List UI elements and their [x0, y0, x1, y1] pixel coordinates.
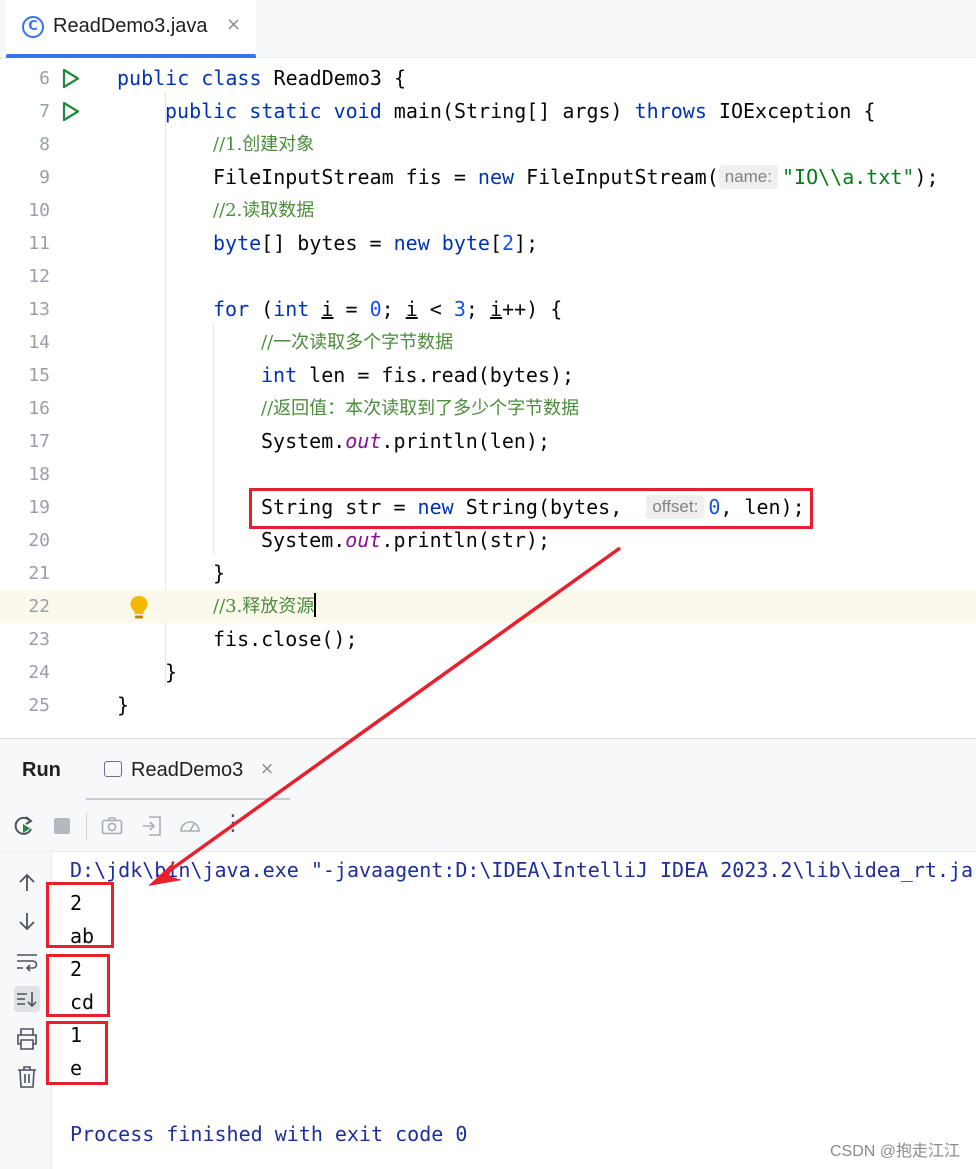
code-line: 17 System.out.println(len);	[0, 425, 976, 458]
code-line: 7 public static void main(String[] args)…	[0, 95, 976, 128]
code-line: 18	[0, 458, 976, 491]
stop-icon[interactable]	[50, 814, 74, 838]
code-text: public class ReadDemo3 {	[117, 66, 406, 90]
more-icon[interactable]: ⋮	[222, 811, 244, 836]
scroll-to-end-icon	[17, 992, 37, 1008]
scroll-to-end-button[interactable]	[14, 986, 40, 1012]
line-number: 10	[28, 200, 50, 221]
text-caret	[314, 593, 317, 617]
line-number: 22	[28, 596, 50, 617]
watermark: CSDN @抱走江江	[829, 1143, 960, 1160]
run-window-title: Run	[22, 759, 61, 781]
line-number: 17	[28, 431, 50, 452]
highlight-box-output-1	[46, 882, 114, 948]
java-class-icon: C	[22, 16, 44, 38]
code-line: 14 //一次读取多个字节数据	[0, 326, 976, 359]
soft-wrap-icon[interactable]	[14, 948, 40, 974]
restore-layout-icon[interactable]	[140, 814, 164, 838]
code-line: 25 }	[0, 689, 976, 722]
run-tab-label: ReadDemo3	[131, 759, 244, 781]
code-text: int len = fis.read(bytes);	[261, 363, 575, 387]
line-number: 19	[28, 497, 50, 518]
line-number: 6	[39, 68, 50, 89]
editor-tab-readdemo3[interactable]: C ReadDemo3.java ×	[6, 0, 256, 58]
print-icon[interactable]	[14, 1026, 40, 1052]
code-line: 15 int len = fis.read(bytes);	[0, 359, 976, 392]
code-line: 23 fis.close();	[0, 623, 976, 656]
console-exit-line: Process finished with exit code 0	[70, 1122, 468, 1146]
line-number: 7	[39, 101, 50, 122]
highlight-box-output-3	[46, 1021, 108, 1085]
code-line: 21 }	[0, 557, 976, 590]
line-number: 12	[28, 266, 50, 287]
line-number: 18	[28, 464, 50, 485]
code-comment-text: //3.释放资源	[213, 596, 315, 617]
code-line: 11 byte[] bytes = new byte[2];	[0, 227, 976, 260]
code-line: 10 //2.读取数据	[0, 194, 976, 227]
code-comment: //2.读取数据	[213, 200, 315, 221]
code-text: byte[] bytes = new byte[2];	[213, 231, 539, 255]
line-number: 9	[39, 167, 50, 188]
code-comment: //一次读取多个字节数据	[261, 332, 454, 353]
code-line: 12	[0, 260, 976, 293]
toolbar-separator	[86, 812, 87, 840]
highlight-box-string-constructor	[249, 488, 813, 529]
run-tab-readdemo3[interactable]: ReadDemo3 ×	[86, 739, 290, 801]
code-line: 24 }	[0, 656, 976, 689]
trash-icon[interactable]	[14, 1064, 40, 1090]
console-tab-icon	[104, 761, 122, 777]
code-line-current: 22 //3.释放资源	[0, 590, 976, 623]
line-number: 11	[28, 233, 50, 254]
code-comment: //返回值：本次读取到了多少个字节数据	[261, 398, 580, 419]
line-number: 8	[39, 134, 50, 155]
active-tab-indicator	[6, 54, 256, 58]
run-tool-window-header: Run ReadDemo3 ×	[0, 738, 976, 801]
code-text: }	[117, 693, 130, 717]
run-main-icon[interactable]	[62, 101, 80, 122]
code-comment: //1.创建对象	[213, 134, 315, 155]
run-class-icon[interactable]	[62, 68, 80, 89]
console-side-toolbar	[0, 852, 52, 1169]
rerun-icon[interactable]	[12, 814, 36, 838]
highlight-box-output-2	[46, 954, 110, 1017]
lightbulb-icon[interactable]	[128, 594, 150, 620]
line-number: 20	[28, 530, 50, 551]
code-line: 9 FileInputStream fis = new FileInputStr…	[0, 161, 976, 194]
code-text: fis.close();	[213, 627, 358, 651]
line-number: 16	[28, 398, 50, 419]
console-command-line: D:\jdk\bin\java.exe "-javaagent:D:\IDEA\…	[70, 858, 976, 882]
line-number: 25	[28, 695, 50, 716]
camera-icon[interactable]	[100, 814, 124, 838]
up-arrow-icon[interactable]	[14, 870, 40, 896]
code-line: 8 //1.创建对象	[0, 128, 976, 161]
code-text: FileInputStream fis = new FileInputStrea…	[213, 165, 939, 189]
line-number: 23	[28, 629, 50, 650]
code-line: 6 public class ReadDemo3 {	[0, 62, 976, 95]
close-icon[interactable]: ×	[226, 14, 241, 35]
code-comment: //3.释放资源	[213, 590, 317, 623]
code-editor[interactable]: 6 public class ReadDemo3 { 7 public stat…	[0, 59, 976, 738]
code-text: System.out.println(len);	[261, 429, 550, 453]
line-number: 15	[28, 365, 50, 386]
run-toolbar: ⋮	[0, 800, 976, 852]
line-number: 21	[28, 563, 50, 584]
profiler-icon[interactable]	[178, 814, 202, 838]
code-text: for (int i = 0; i < 3; i++) {	[213, 297, 563, 321]
code-line: 13 for (int i = 0; i < 3; i++) {	[0, 293, 976, 326]
line-number: 24	[28, 662, 50, 683]
console-output[interactable]: D:\jdk\bin\java.exe "-javaagent:D:\IDEA\…	[52, 852, 976, 1169]
code-line: 16 //返回值：本次读取到了多少个字节数据	[0, 392, 976, 425]
editor-tab-label: ReadDemo3.java	[53, 15, 208, 37]
parameter-hint: name:	[718, 165, 778, 189]
line-number: 13	[28, 299, 50, 320]
code-text: public static void main(String[] args) t…	[165, 99, 876, 123]
editor-tab-bar: C ReadDemo3.java ×	[0, 0, 976, 58]
code-text: }	[165, 660, 178, 684]
line-number: 14	[28, 332, 50, 353]
code-text: }	[213, 561, 226, 585]
down-arrow-icon[interactable]	[14, 908, 40, 934]
close-icon[interactable]: ×	[260, 759, 274, 779]
